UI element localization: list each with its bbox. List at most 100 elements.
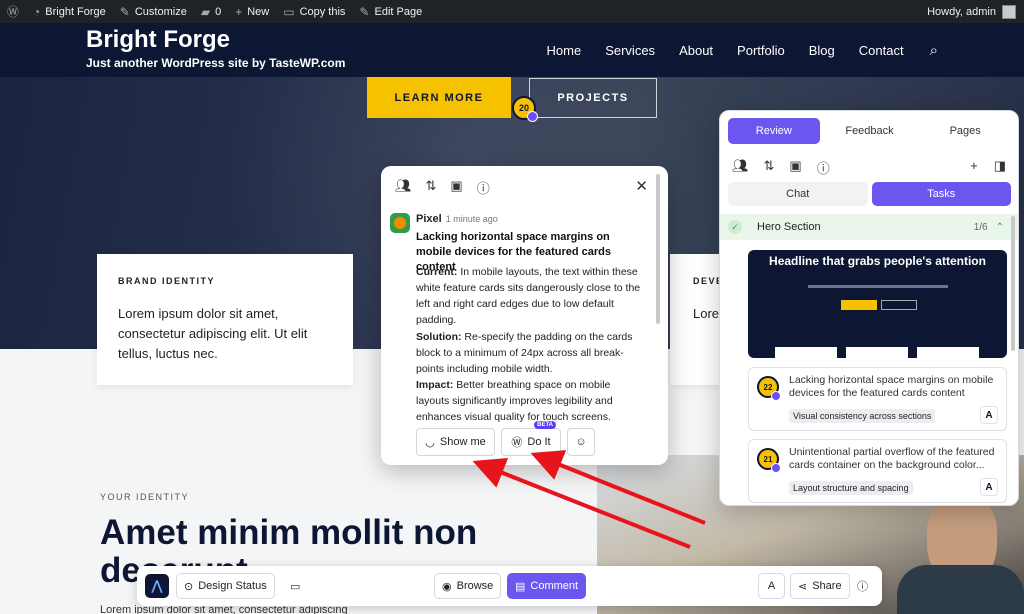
review-panel: Review Feedback Pages 👥︎ ⇅ ▣ ⓘ + ◨ Chat … — [719, 110, 1019, 506]
tab-chat[interactable]: Chat — [728, 182, 868, 206]
site-header: Bright Forge Just another WordPress site… — [0, 23, 1024, 77]
monitor-icon: ▭ — [290, 580, 301, 593]
emoji-button[interactable]: ☺ — [567, 428, 595, 456]
tab-tasks[interactable]: Tasks — [871, 182, 1011, 206]
check-icon: ✓ — [728, 220, 742, 234]
do-it-button[interactable]: Ⓦ Do It BETA — [501, 421, 561, 456]
review-toolbar: ⋀ ⊙ Design Status ▭ ◉ Browse ▤ Comment A ⋖ S… — [137, 566, 882, 606]
comment-pin[interactable]: 20 — [512, 96, 538, 122]
projects-button[interactable]: PROJECTS — [529, 78, 657, 118]
scrollbar[interactable] — [656, 174, 660, 324]
sidebar-icon[interactable]: ◨ — [994, 158, 1006, 174]
wordpress-icon: Ⓦ — [511, 437, 523, 449]
nav-blog[interactable]: Blog — [809, 43, 835, 58]
task-pin: 21 — [757, 448, 781, 473]
emoji-icon: ☺ — [575, 436, 587, 448]
task-tag: Layout structure and spacing — [789, 481, 913, 495]
comment-impact: Impact: Better breathing space on mobile… — [416, 379, 613, 423]
tab-feedback[interactable]: Feedback — [824, 118, 916, 144]
task-title: Lacking horizontal space margins on mobi… — [789, 374, 994, 399]
task-title: Unintentional partial overflow of the fe… — [789, 446, 995, 471]
sort-icon[interactable]: ⇅ — [764, 158, 775, 177]
site-title[interactable]: Bright Forge — [86, 26, 230, 54]
admin-site-name[interactable]: ◔ Bright Forge — [26, 0, 113, 23]
astra-button[interactable]: A — [758, 573, 785, 599]
panel-toolbar-right: + ◨ — [970, 158, 1006, 174]
admin-new[interactable]: + New — [228, 0, 276, 23]
admin-customize[interactable]: ✎ Customize — [113, 0, 194, 23]
comment-button[interactable]: ▤ Comment — [507, 573, 587, 599]
pin-badge — [771, 463, 781, 473]
thumbnail-card — [775, 347, 837, 358]
search-icon[interactable]: ⌕ — [930, 42, 938, 59]
beta-badge: BETA — [534, 421, 556, 429]
thumbnail-headline: Headline that grabs people's attention — [769, 254, 986, 268]
device-toggle[interactable]: ▭ — [283, 573, 308, 599]
pin-badge — [527, 111, 538, 122]
app-logo-icon[interactable]: ⋀ — [145, 574, 169, 598]
users-icon[interactable]: 👥︎ — [395, 178, 412, 197]
comment-popup: 👥︎ ⇅ ▣ ⓘ ✕ Pixel 1 minute ago Lacking hor… — [381, 166, 668, 465]
share-button[interactable]: ⋖ Share — [790, 573, 850, 599]
task-pin: 22 — [757, 376, 781, 401]
nav-services[interactable]: Services — [605, 43, 655, 58]
section-thumbnail[interactable]: Headline that grabs people's attention — [748, 250, 1007, 358]
admin-account[interactable]: Howdy, admin — [927, 4, 1024, 19]
wp-logo-menu[interactable]: Ⓦ — [0, 0, 26, 23]
image-icon[interactable]: ▣ — [789, 158, 801, 177]
identity-kicker: YOUR IDENTITY — [100, 492, 190, 502]
chevron-up-icon: ⌃ — [995, 221, 1004, 233]
info-icon[interactable]: ⓘ — [817, 158, 830, 177]
section-count: 1/6 — [973, 221, 988, 233]
task-item[interactable]: 21 Unintentional partial overflow of the… — [748, 439, 1007, 503]
thumbnail-card — [846, 347, 908, 358]
comment-icon: ▤ — [515, 580, 526, 593]
tab-pages[interactable]: Pages — [919, 118, 1011, 144]
pencil-icon: ✎ — [359, 4, 370, 19]
astra-logo-icon: A — [767, 580, 776, 592]
card-body: Lorem ipsum dolor sit amet, consectetur … — [118, 306, 308, 361]
scrollbar[interactable] — [1011, 216, 1015, 351]
users-icon[interactable]: 👥︎ — [732, 158, 749, 177]
nav-contact[interactable]: Contact — [859, 43, 904, 58]
thumbnail-button — [841, 300, 877, 310]
feature-card: BRAND IDENTITY Lorem ipsum dolor sit ame… — [97, 254, 353, 385]
admin-copy[interactable]: ▭ Copy this — [276, 0, 352, 23]
nav-home[interactable]: Home — [547, 43, 582, 58]
panel-tabs: Review Feedback Pages — [728, 118, 1011, 144]
share-icon: ⋖ — [798, 580, 808, 593]
show-me-button[interactable]: ◡ Show me — [416, 428, 495, 456]
info-icon[interactable]: ⓘ — [477, 178, 490, 197]
help-button[interactable]: ⓘ — [853, 573, 872, 599]
comment-actions: ◡ Show me Ⓦ Do It BETA ☺ — [416, 421, 595, 456]
tab-review[interactable]: Review — [728, 118, 820, 144]
card-kicker: BRAND IDENTITY — [118, 276, 215, 286]
help-icon: ⓘ — [857, 581, 868, 593]
photo-shirt — [897, 565, 1024, 614]
close-icon[interactable]: ✕ — [635, 177, 648, 195]
comment-solution: Solution: Re-specify the padding on the … — [416, 331, 633, 375]
avatar — [390, 213, 410, 233]
avatar — [1002, 4, 1016, 19]
sort-icon[interactable]: ⇅ — [426, 178, 437, 197]
thumbnail-line — [808, 285, 948, 288]
task-item[interactable]: 22 Lacking horizontal space margins on m… — [748, 367, 1007, 431]
learn-more-button[interactable]: LEARN MORE — [367, 77, 511, 118]
wp-admin-bar: Ⓦ ◔ Bright Forge ✎ Customize ▰ 0 + New ▭ Copy… — [0, 0, 1024, 23]
site-tagline: Just another WordPress site by TasteWP.c… — [86, 56, 346, 70]
nav-portfolio[interactable]: Portfolio — [737, 43, 785, 58]
thumbnail-card — [917, 347, 979, 358]
nav-about[interactable]: About — [679, 43, 713, 58]
admin-comments[interactable]: ▰ 0 — [194, 0, 228, 23]
eye-icon: ◉ — [442, 580, 452, 593]
task-tag: Visual consistency across sections — [789, 409, 936, 423]
image-icon[interactable]: ▣ — [450, 178, 462, 197]
comment-author: Pixel 1 minute ago — [416, 213, 498, 225]
browse-button[interactable]: ◉ Browse — [434, 573, 502, 599]
section-header[interactable]: ✓ Hero Section 1/6 ⌃ — [720, 214, 1018, 240]
comment-current: Current: In mobile layouts, the text wit… — [416, 266, 641, 326]
design-status-button[interactable]: ⊙ Design Status — [176, 573, 275, 599]
status-icon: ⊙ — [184, 580, 194, 593]
plus-icon[interactable]: + — [970, 158, 978, 174]
admin-edit-page[interactable]: ✎ Edit Page — [352, 0, 429, 23]
